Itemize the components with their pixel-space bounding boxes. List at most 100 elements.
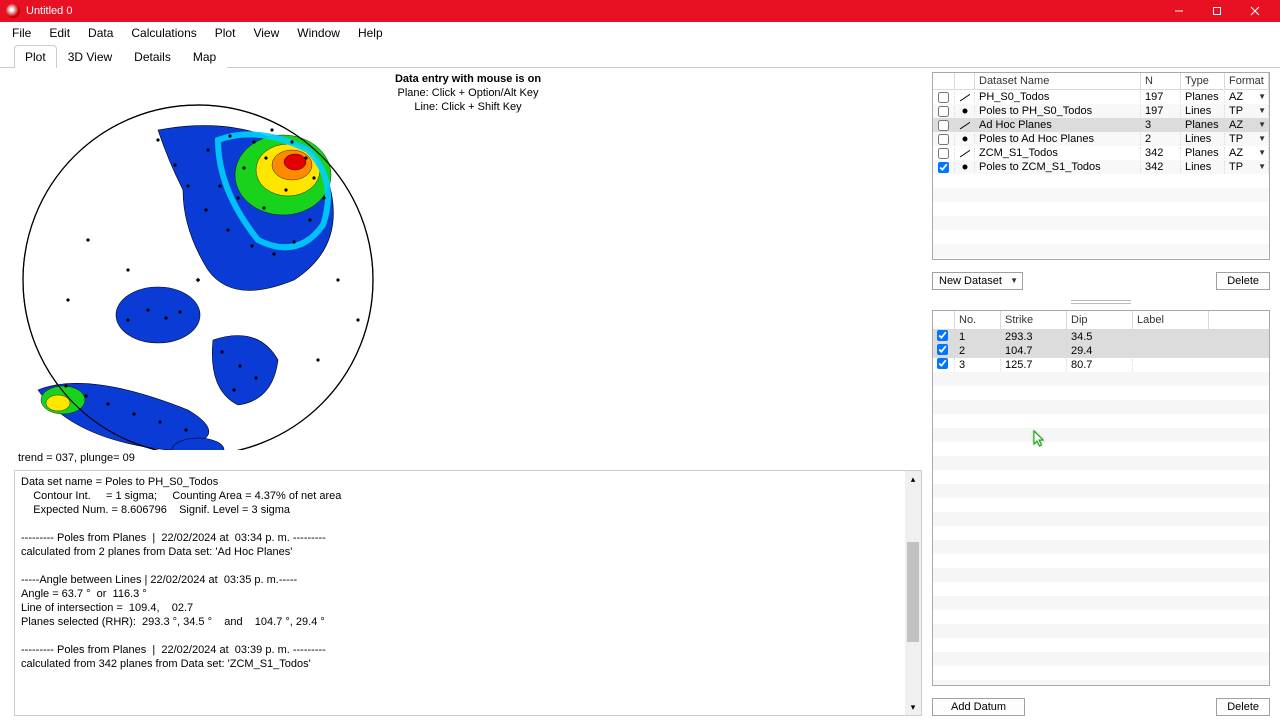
menu-plot[interactable]: Plot: [207, 24, 244, 42]
maximize-button[interactable]: [1198, 0, 1236, 22]
dataset-hdr-type[interactable]: Type: [1181, 73, 1225, 89]
chevron-down-icon: ▼: [1258, 106, 1266, 115]
delete-dataset-button[interactable]: Delete: [1216, 272, 1270, 290]
dataset-grid[interactable]: Dataset Name N Type Format PH_S0_Todos19…: [932, 72, 1270, 260]
datapoint-strike-cell: 104.7: [1001, 345, 1067, 357]
menu-view[interactable]: View: [245, 24, 287, 42]
datapoint-strike-cell: 125.7: [1001, 359, 1067, 371]
tab-row: Plot3D ViewDetailsMap: [0, 44, 1280, 68]
minimize-button[interactable]: [1160, 0, 1198, 22]
datapoint-strike-cell: 293.3: [1001, 331, 1067, 343]
pole-symbol-icon: [955, 106, 975, 116]
dataset-type-cell: Planes: [1181, 147, 1225, 159]
datapoint-no-cell: 1: [955, 331, 1001, 343]
dataset-row-empty: [933, 188, 1269, 202]
dataset-row-empty: [933, 202, 1269, 216]
chevron-down-icon: ▼: [1258, 162, 1266, 171]
dataset-name-cell: ZCM_S1_Todos: [975, 147, 1141, 159]
dataset-format-cell[interactable]: TP▼: [1225, 105, 1269, 117]
add-datum-button[interactable]: Add Datum: [932, 698, 1025, 716]
stereonet-panel: Data entry with mouse is on Plane: Click…: [14, 72, 922, 450]
datapoint-dip-cell: 80.7: [1067, 359, 1133, 371]
menu-data[interactable]: Data: [80, 24, 121, 42]
pole-symbol-icon: [955, 162, 975, 172]
pole-symbol-icon: [955, 134, 975, 144]
log-textarea[interactable]: [15, 471, 905, 715]
chevron-down-icon: ▼: [1258, 120, 1266, 129]
dataset-format-cell[interactable]: AZ▼: [1225, 91, 1269, 103]
dataset-visibility-checkbox[interactable]: [938, 162, 949, 173]
tab-map[interactable]: Map: [182, 45, 227, 68]
mouse-cursor-icon: [1033, 430, 1045, 448]
stereonet-status: trend = 037, plunge= 09: [18, 452, 922, 464]
menubar: FileEditDataCalculationsPlotViewWindowHe…: [0, 22, 1280, 44]
dataset-row-empty: [933, 230, 1269, 244]
dataset-format-cell[interactable]: TP▼: [1225, 133, 1269, 145]
plane-symbol-icon: [955, 92, 975, 102]
datapoint-no-cell: 3: [955, 359, 1001, 371]
datapoint-dip-cell: 29.4: [1067, 345, 1133, 357]
dataset-type-cell: Lines: [1181, 161, 1225, 173]
dataset-format-cell[interactable]: AZ▼: [1225, 147, 1269, 159]
dataset-visibility-checkbox[interactable]: [938, 148, 949, 159]
tab-details[interactable]: Details: [123, 45, 182, 68]
log-scrollbar[interactable]: ▴ ▾: [905, 471, 921, 715]
dataset-row[interactable]: Poles to ZCM_S1_Todos342LinesTP▼: [933, 160, 1269, 174]
window-title: Untitled 0: [26, 5, 1160, 17]
dataset-row[interactable]: PH_S0_Todos197PlanesAZ▼: [933, 90, 1269, 104]
menu-help[interactable]: Help: [350, 24, 391, 42]
datapoint-checkbox[interactable]: [937, 344, 948, 355]
dataset-row[interactable]: Ad Hoc Planes3PlanesAZ▼: [933, 118, 1269, 132]
chevron-down-icon: ▼: [1010, 276, 1018, 285]
datapoint-row[interactable]: 1293.334.5: [933, 330, 1269, 344]
close-button[interactable]: [1236, 0, 1274, 22]
dataset-n-cell: 342: [1141, 161, 1181, 173]
dp-hdr-strike[interactable]: Strike: [1001, 311, 1067, 330]
dataset-hdr-name[interactable]: Dataset Name: [975, 73, 1141, 89]
dataset-row[interactable]: Poles to Ad Hoc Planes2LinesTP▼: [933, 132, 1269, 146]
chevron-down-icon: ▼: [1258, 134, 1266, 143]
dataset-name-cell: PH_S0_Todos: [975, 91, 1141, 103]
dataset-visibility-checkbox[interactable]: [938, 106, 949, 117]
scroll-thumb[interactable]: [907, 542, 919, 642]
splitter-handle[interactable]: [1071, 300, 1131, 304]
dataset-row[interactable]: ZCM_S1_Todos342PlanesAZ▼: [933, 146, 1269, 160]
dp-hdr-no[interactable]: No.: [955, 311, 1001, 330]
dataset-n-cell: 3: [1141, 119, 1181, 131]
datapoint-row[interactable]: 3125.780.7: [933, 358, 1269, 372]
datapoint-checkbox[interactable]: [937, 358, 948, 369]
dataset-visibility-checkbox[interactable]: [938, 120, 949, 131]
dp-hdr-label[interactable]: Label: [1133, 311, 1209, 330]
dataset-visibility-checkbox[interactable]: [938, 92, 949, 103]
datapoint-grid[interactable]: No. Strike Dip Label 1293.334.52104.729.…: [932, 310, 1270, 686]
delete-datum-button[interactable]: Delete: [1216, 698, 1270, 716]
plane-symbol-icon: [955, 120, 975, 130]
stereonet-plot[interactable]: [8, 70, 388, 450]
scroll-down-icon[interactable]: ▾: [905, 699, 921, 715]
datapoint-checkbox[interactable]: [937, 330, 948, 341]
dp-hdr-dip[interactable]: Dip: [1067, 311, 1133, 330]
chevron-down-icon: ▼: [1258, 92, 1266, 101]
dataset-name-cell: Poles to PH_S0_Todos: [975, 105, 1141, 117]
menu-edit[interactable]: Edit: [41, 24, 78, 42]
dataset-format-cell[interactable]: AZ▼: [1225, 119, 1269, 131]
dataset-n-cell: 342: [1141, 147, 1181, 159]
app-icon: [6, 4, 20, 18]
menu-calculations[interactable]: Calculations: [123, 24, 204, 42]
dataset-hdr-n[interactable]: N: [1141, 73, 1181, 89]
tab-3d-view[interactable]: 3D View: [57, 45, 123, 68]
scroll-up-icon[interactable]: ▴: [905, 471, 921, 487]
menu-file[interactable]: File: [4, 24, 39, 42]
dataset-row-empty: [933, 216, 1269, 230]
tab-plot[interactable]: Plot: [14, 45, 57, 68]
dataset-name-cell: Ad Hoc Planes: [975, 119, 1141, 131]
datapoint-row[interactable]: 2104.729.4: [933, 344, 1269, 358]
dataset-format-cell[interactable]: TP▼: [1225, 161, 1269, 173]
dataset-hdr-format[interactable]: Format: [1225, 73, 1269, 89]
dataset-row[interactable]: Poles to PH_S0_Todos197LinesTP▼: [933, 104, 1269, 118]
dataset-type-cell: Planes: [1181, 91, 1225, 103]
dataset-row-empty: [933, 244, 1269, 258]
new-dataset-dropdown[interactable]: New Dataset ▼: [932, 272, 1023, 290]
dataset-visibility-checkbox[interactable]: [938, 134, 949, 145]
menu-window[interactable]: Window: [289, 24, 348, 42]
